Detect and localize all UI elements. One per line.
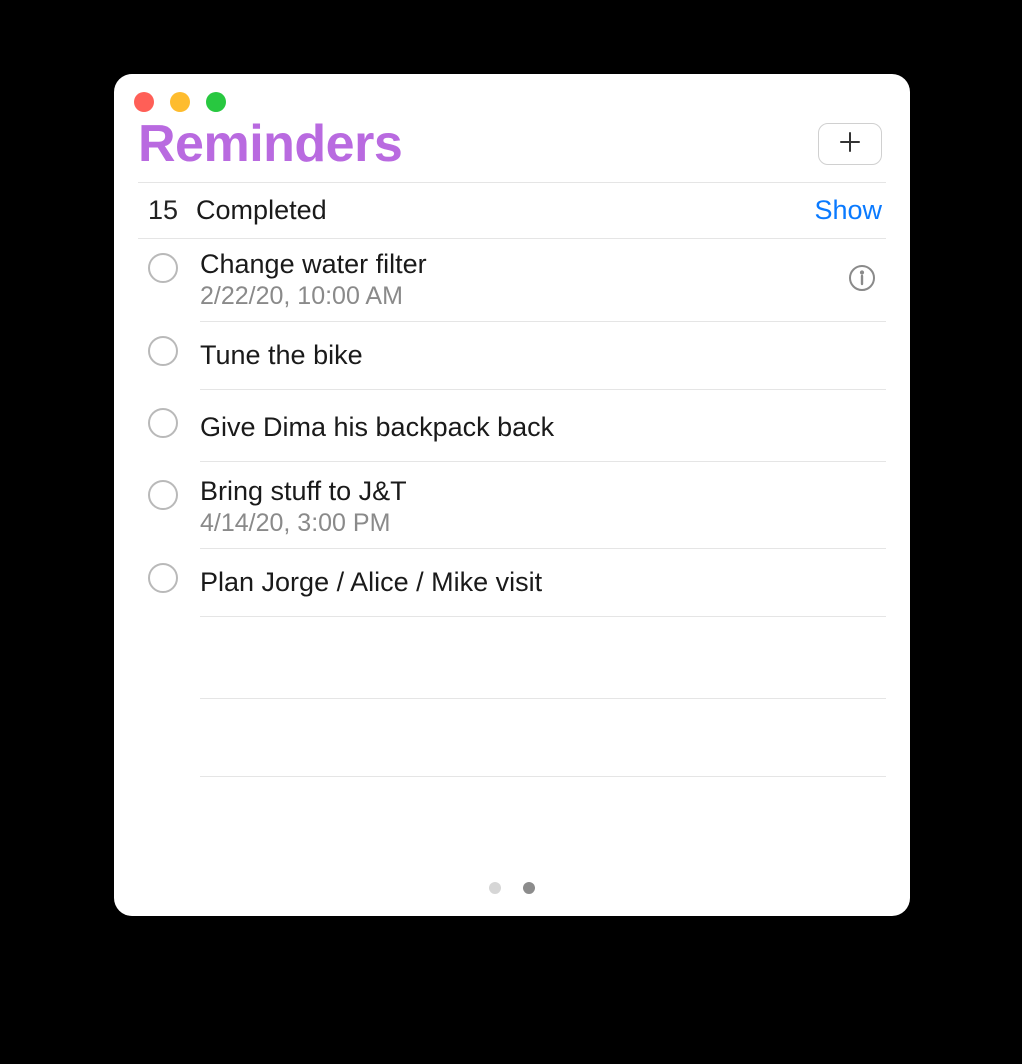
reminder-title[interactable]: Change water filter <box>200 249 427 280</box>
complete-radio[interactable] <box>148 408 178 438</box>
complete-radio[interactable] <box>148 563 178 593</box>
reminder-row: Bring stuff to J&T 4/14/20, 3:00 PM <box>138 466 886 549</box>
show-completed-button[interactable]: Show <box>814 195 882 226</box>
window-controls <box>114 74 910 112</box>
page-dot-active[interactable] <box>523 882 535 894</box>
reminder-title[interactable]: Give Dima his backpack back <box>200 412 554 443</box>
reminders-window: Reminders 15 Completed Show Change water… <box>114 74 910 916</box>
complete-radio[interactable] <box>148 253 178 283</box>
minimize-window-button[interactable] <box>170 92 190 112</box>
zoom-window-button[interactable] <box>206 92 226 112</box>
reminder-row: Change water filter 2/22/20, 10:00 AM <box>138 239 886 322</box>
reminder-row: Tune the bike <box>138 322 886 394</box>
plus-icon <box>839 131 861 158</box>
reminder-list: Change water filter 2/22/20, 10:00 AM <box>114 239 910 777</box>
reminder-title[interactable]: Plan Jorge / Alice / Mike visit <box>200 567 542 598</box>
completed-label: Completed <box>196 195 327 226</box>
reminder-date: 2/22/20, 10:00 AM <box>200 282 427 311</box>
reminder-date: 4/14/20, 3:00 PM <box>200 509 407 538</box>
info-button[interactable] <box>846 264 878 296</box>
reminder-row: Give Dima his backpack back <box>138 394 886 466</box>
header: Reminders <box>114 112 910 174</box>
reminder-row: Plan Jorge / Alice / Mike visit <box>138 549 886 621</box>
empty-row[interactable] <box>138 621 886 699</box>
complete-radio[interactable] <box>148 480 178 510</box>
close-window-button[interactable] <box>134 92 154 112</box>
completed-label-group: 15 Completed <box>148 195 327 226</box>
add-reminder-button[interactable] <box>818 123 882 165</box>
page-title: Reminders <box>138 114 402 174</box>
completed-count: 15 <box>148 195 178 226</box>
empty-row[interactable] <box>138 699 886 777</box>
info-icon <box>848 264 876 297</box>
complete-radio[interactable] <box>148 336 178 366</box>
completed-bar: 15 Completed Show <box>114 183 910 238</box>
page-indicator <box>114 852 910 916</box>
reminder-title[interactable]: Tune the bike <box>200 340 363 371</box>
page-dot[interactable] <box>489 882 501 894</box>
reminder-title[interactable]: Bring stuff to J&T <box>200 476 407 507</box>
